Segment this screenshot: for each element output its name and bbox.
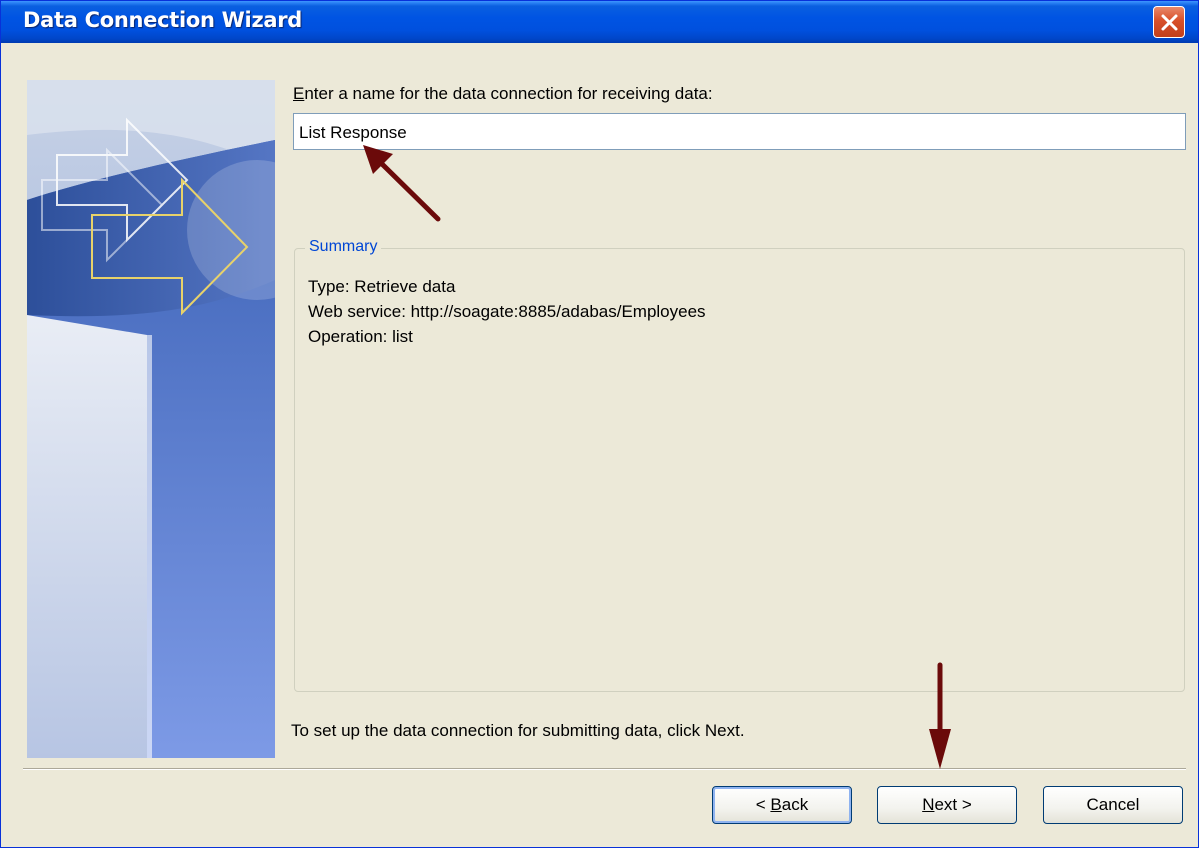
next-suffix: ext > bbox=[934, 795, 972, 814]
title-bar: Data Connection Wizard bbox=[1, 1, 1198, 43]
summary-web-service: Web service: http://soagate:8885/adabas/… bbox=[308, 302, 706, 321]
wizard-arrow-art bbox=[27, 80, 275, 758]
close-icon bbox=[1161, 14, 1178, 31]
wizard-side-image bbox=[27, 80, 275, 758]
close-button[interactable] bbox=[1153, 6, 1185, 38]
back-prefix: < bbox=[755, 795, 771, 814]
back-mnemonic: B bbox=[770, 795, 782, 814]
next-button[interactable]: Next > bbox=[877, 786, 1017, 824]
wizard-window: Data Connection Wizard Enter a name for … bbox=[0, 0, 1199, 848]
button-separator-highlight bbox=[23, 769, 1186, 770]
summary-type: Type: Retrieve data bbox=[308, 277, 456, 296]
summary-operation: Operation: list bbox=[308, 327, 413, 346]
next-mnemonic: N bbox=[922, 795, 935, 814]
annotation-arrow bbox=[363, 145, 441, 222]
prompt-mnemonic: E bbox=[293, 84, 305, 103]
connection-name-input[interactable] bbox=[293, 113, 1186, 150]
prompt-text: nter a name for the data connection for … bbox=[304, 84, 713, 103]
back-button[interactable]: < Back bbox=[712, 786, 852, 824]
back-suffix: ack bbox=[781, 795, 809, 814]
instruction-text: To set up the data connection for submit… bbox=[291, 721, 745, 740]
connection-name-label: Enter a name for the data connection for… bbox=[293, 84, 713, 104]
window-title: Data Connection Wizard bbox=[23, 8, 303, 32]
cancel-button[interactable]: Cancel bbox=[1043, 786, 1183, 824]
summary-title: Summary bbox=[305, 238, 382, 256]
